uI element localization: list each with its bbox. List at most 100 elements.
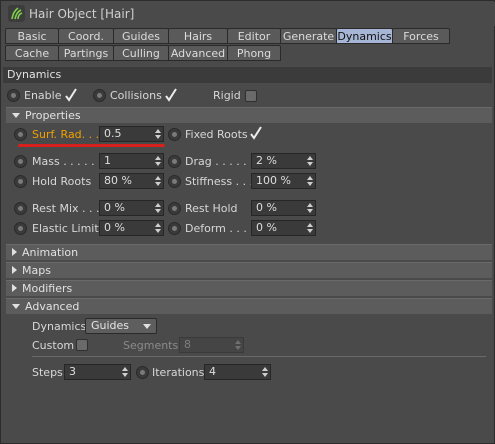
rigid-label: Rigid	[213, 89, 241, 102]
spinner-arrows-icon[interactable]	[155, 176, 161, 186]
custom-checkbox[interactable]	[76, 339, 88, 351]
rest-mix-input[interactable]: 0 %	[99, 200, 164, 216]
surf-rad-input[interactable]: 0.5	[99, 126, 164, 142]
animation-label: Animation	[22, 246, 79, 259]
stiffness-keyframe-radio[interactable]	[168, 175, 181, 188]
collisions-keyframe-radio[interactable]	[93, 89, 106, 102]
drag-input[interactable]: 2 %	[251, 153, 316, 169]
tab-editor[interactable]: Editor	[227, 28, 281, 44]
rest-hold-keyframe-radio[interactable]	[168, 202, 181, 215]
rest-mix-keyframe-radio[interactable]	[14, 202, 27, 215]
advanced-label: Advanced	[25, 300, 80, 313]
tab-advanced[interactable]: Advanced	[168, 45, 228, 61]
stiffness-input[interactable]: 100 %	[251, 173, 316, 189]
modifiers-label: Modifiers	[22, 282, 73, 295]
steps-label: Steps	[32, 366, 63, 379]
elastic-limit-keyframe-radio[interactable]	[14, 222, 27, 235]
tab-forces[interactable]: Forces	[392, 28, 450, 44]
surf-rad-label: Surf. Rad. . .	[32, 128, 100, 141]
dynamics-mode-label: Dynamics	[32, 320, 87, 333]
rigid-checkbox[interactable]	[245, 90, 257, 102]
spinner-arrows-icon[interactable]	[122, 367, 128, 377]
hold-roots-input[interactable]: 80 %	[99, 173, 164, 189]
iterations-input[interactable]: 4	[204, 364, 271, 380]
deform-value: 0 %	[256, 221, 277, 234]
hold-roots-label: Hold Roots	[32, 175, 92, 188]
segments-value: 8	[184, 338, 191, 351]
expand-arrow-icon	[12, 112, 20, 118]
collisions-checkbox[interactable]	[164, 88, 177, 102]
mass-input[interactable]: 1	[99, 153, 164, 169]
rest-hold-input[interactable]: 0 %	[251, 200, 316, 216]
fixed-roots-keyframe-radio[interactable]	[168, 128, 181, 141]
hold-roots-value: 80 %	[104, 174, 132, 187]
enable-keyframe-radio[interactable]	[7, 89, 20, 102]
title-bar: Hair Object [Hair]	[2, 2, 495, 26]
tab-guides[interactable]: Guides	[113, 28, 169, 44]
properties-group-header[interactable]: Properties	[6, 107, 492, 123]
surf-rad-keyframe-radio[interactable]	[14, 128, 27, 141]
chevron-down-icon	[143, 324, 151, 329]
advanced-group-header[interactable]: Advanced	[6, 298, 492, 314]
elastic-limit-input[interactable]: 0 %	[99, 220, 164, 236]
spinner-arrows-icon[interactable]	[307, 203, 313, 213]
tab-hairs[interactable]: Hairs	[168, 28, 228, 44]
rest-hold-value: 0 %	[256, 201, 277, 214]
dynamics-mode-value: Guides	[91, 319, 130, 332]
expand-arrow-icon	[12, 303, 20, 309]
custom-label: Custom	[32, 339, 75, 352]
tab-basic[interactable]: Basic	[5, 28, 59, 44]
enable-label: Enable	[24, 89, 62, 102]
tab-partings[interactable]: Partings	[58, 45, 114, 61]
stiffness-label: Stiffness . . .	[185, 175, 254, 188]
spinner-arrows-icon[interactable]	[155, 223, 161, 233]
spinner-arrows-icon[interactable]	[155, 203, 161, 213]
tab-row-1: Basic Coord. Guides Hairs Editor Generat…	[5, 28, 450, 44]
tab-culling[interactable]: Culling	[113, 45, 169, 61]
spinner-arrows-icon[interactable]	[155, 156, 161, 166]
deform-label: Deform . . . .	[185, 222, 254, 235]
spinner-arrows-icon[interactable]	[307, 156, 313, 166]
segments-label: Segments	[123, 339, 179, 352]
rest-hold-label: Rest Hold	[185, 202, 238, 215]
tab-dynamics[interactable]: Dynamics	[336, 28, 393, 44]
divider	[32, 356, 486, 357]
deform-input[interactable]: 0 %	[251, 220, 316, 236]
collapse-arrow-icon	[12, 266, 17, 274]
iterations-value: 4	[209, 365, 216, 378]
red-underline-annotation	[18, 144, 165, 147]
checkmark-icon	[165, 88, 177, 102]
iterations-keyframe-radio[interactable]	[136, 366, 149, 379]
deform-keyframe-radio[interactable]	[168, 222, 181, 235]
spinner-arrows-icon[interactable]	[307, 176, 313, 186]
collapse-arrow-icon	[12, 284, 17, 292]
hair-object-icon	[8, 5, 25, 22]
elastic-limit-label: Elastic Limit	[32, 222, 99, 235]
fixed-roots-checkbox[interactable]	[249, 126, 262, 140]
dynamics-mode-dropdown[interactable]: Guides	[85, 318, 157, 334]
drag-keyframe-radio[interactable]	[168, 155, 181, 168]
hold-roots-keyframe-radio[interactable]	[14, 175, 27, 188]
spinner-arrows-icon[interactable]	[262, 367, 268, 377]
spinner-arrows-icon[interactable]	[307, 223, 313, 233]
maps-group-header[interactable]: Maps	[6, 262, 492, 278]
tab-row-2: Cache Partings Culling Advanced Phong	[5, 45, 281, 61]
steps-input[interactable]: 3	[64, 364, 131, 380]
enable-checkbox[interactable]	[64, 88, 77, 102]
spinner-arrows-icon[interactable]	[235, 340, 241, 350]
rest-mix-label: Rest Mix . . .	[32, 202, 100, 215]
mass-keyframe-radio[interactable]	[14, 155, 27, 168]
spinner-arrows-icon[interactable]	[155, 129, 161, 139]
rest-mix-value: 0 %	[104, 201, 125, 214]
animation-group-header[interactable]: Animation	[6, 244, 492, 260]
segments-input[interactable]: 8	[179, 337, 244, 353]
collisions-label: Collisions	[110, 89, 162, 102]
properties-label: Properties	[25, 109, 81, 122]
modifiers-group-header[interactable]: Modifiers	[6, 280, 492, 296]
tab-generate[interactable]: Generate	[280, 28, 337, 44]
checkmark-icon	[65, 88, 77, 102]
tab-cache[interactable]: Cache	[5, 45, 59, 61]
tab-coord[interactable]: Coord.	[58, 28, 114, 44]
tab-phong[interactable]: Phong	[227, 45, 281, 61]
drag-label: Drag . . . . . .	[185, 155, 254, 168]
